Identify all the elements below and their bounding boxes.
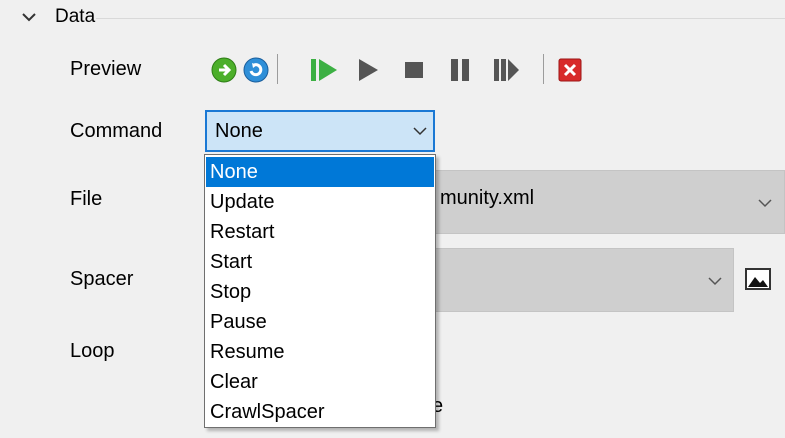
- command-label: Command: [70, 120, 163, 142]
- option-start[interactable]: Start: [206, 247, 434, 277]
- play-icon[interactable]: [353, 53, 383, 87]
- close-red-icon[interactable]: [555, 53, 585, 87]
- section-title: Data: [55, 6, 96, 27]
- loop-label: Loop: [70, 340, 115, 362]
- pause-icon[interactable]: [445, 53, 475, 87]
- command-combobox[interactable]: None: [205, 110, 435, 152]
- file-value: munity.xml: [440, 187, 535, 209]
- toolbar-separator: [277, 54, 278, 84]
- stop-icon[interactable]: [399, 53, 429, 87]
- option-resume[interactable]: Resume: [206, 337, 434, 367]
- option-crawlspacer[interactable]: CrawlSpacer: [206, 397, 434, 427]
- play-green-icon[interactable]: [309, 53, 339, 87]
- chevron-down-icon[interactable]: [20, 8, 38, 26]
- chevron-down-icon[interactable]: [706, 276, 724, 288]
- resume-icon[interactable]: [491, 53, 521, 87]
- option-stop[interactable]: Stop: [206, 277, 434, 307]
- toolbar-separator: [543, 54, 544, 84]
- file-label: File: [70, 188, 103, 210]
- option-restart[interactable]: Restart: [206, 217, 434, 247]
- command-dropdown-list: None Update Restart Start Stop Pause Res…: [204, 154, 436, 428]
- option-clear[interactable]: Clear: [206, 367, 434, 397]
- command-value: None: [215, 120, 263, 142]
- go-green-icon[interactable]: [209, 53, 239, 87]
- loop-blue-icon[interactable]: [241, 53, 271, 87]
- option-update[interactable]: Update: [206, 187, 434, 217]
- image-icon[interactable]: [745, 266, 771, 292]
- chevron-down-icon[interactable]: [756, 198, 774, 210]
- spacer-label: Spacer: [70, 268, 134, 290]
- data-section-header[interactable]: Data: [0, 0, 785, 36]
- chevron-down-icon[interactable]: [411, 126, 429, 138]
- preview-label: Preview: [70, 58, 142, 80]
- option-pause[interactable]: Pause: [206, 307, 434, 337]
- option-none[interactable]: None: [206, 157, 434, 187]
- section-divider: [96, 18, 785, 19]
